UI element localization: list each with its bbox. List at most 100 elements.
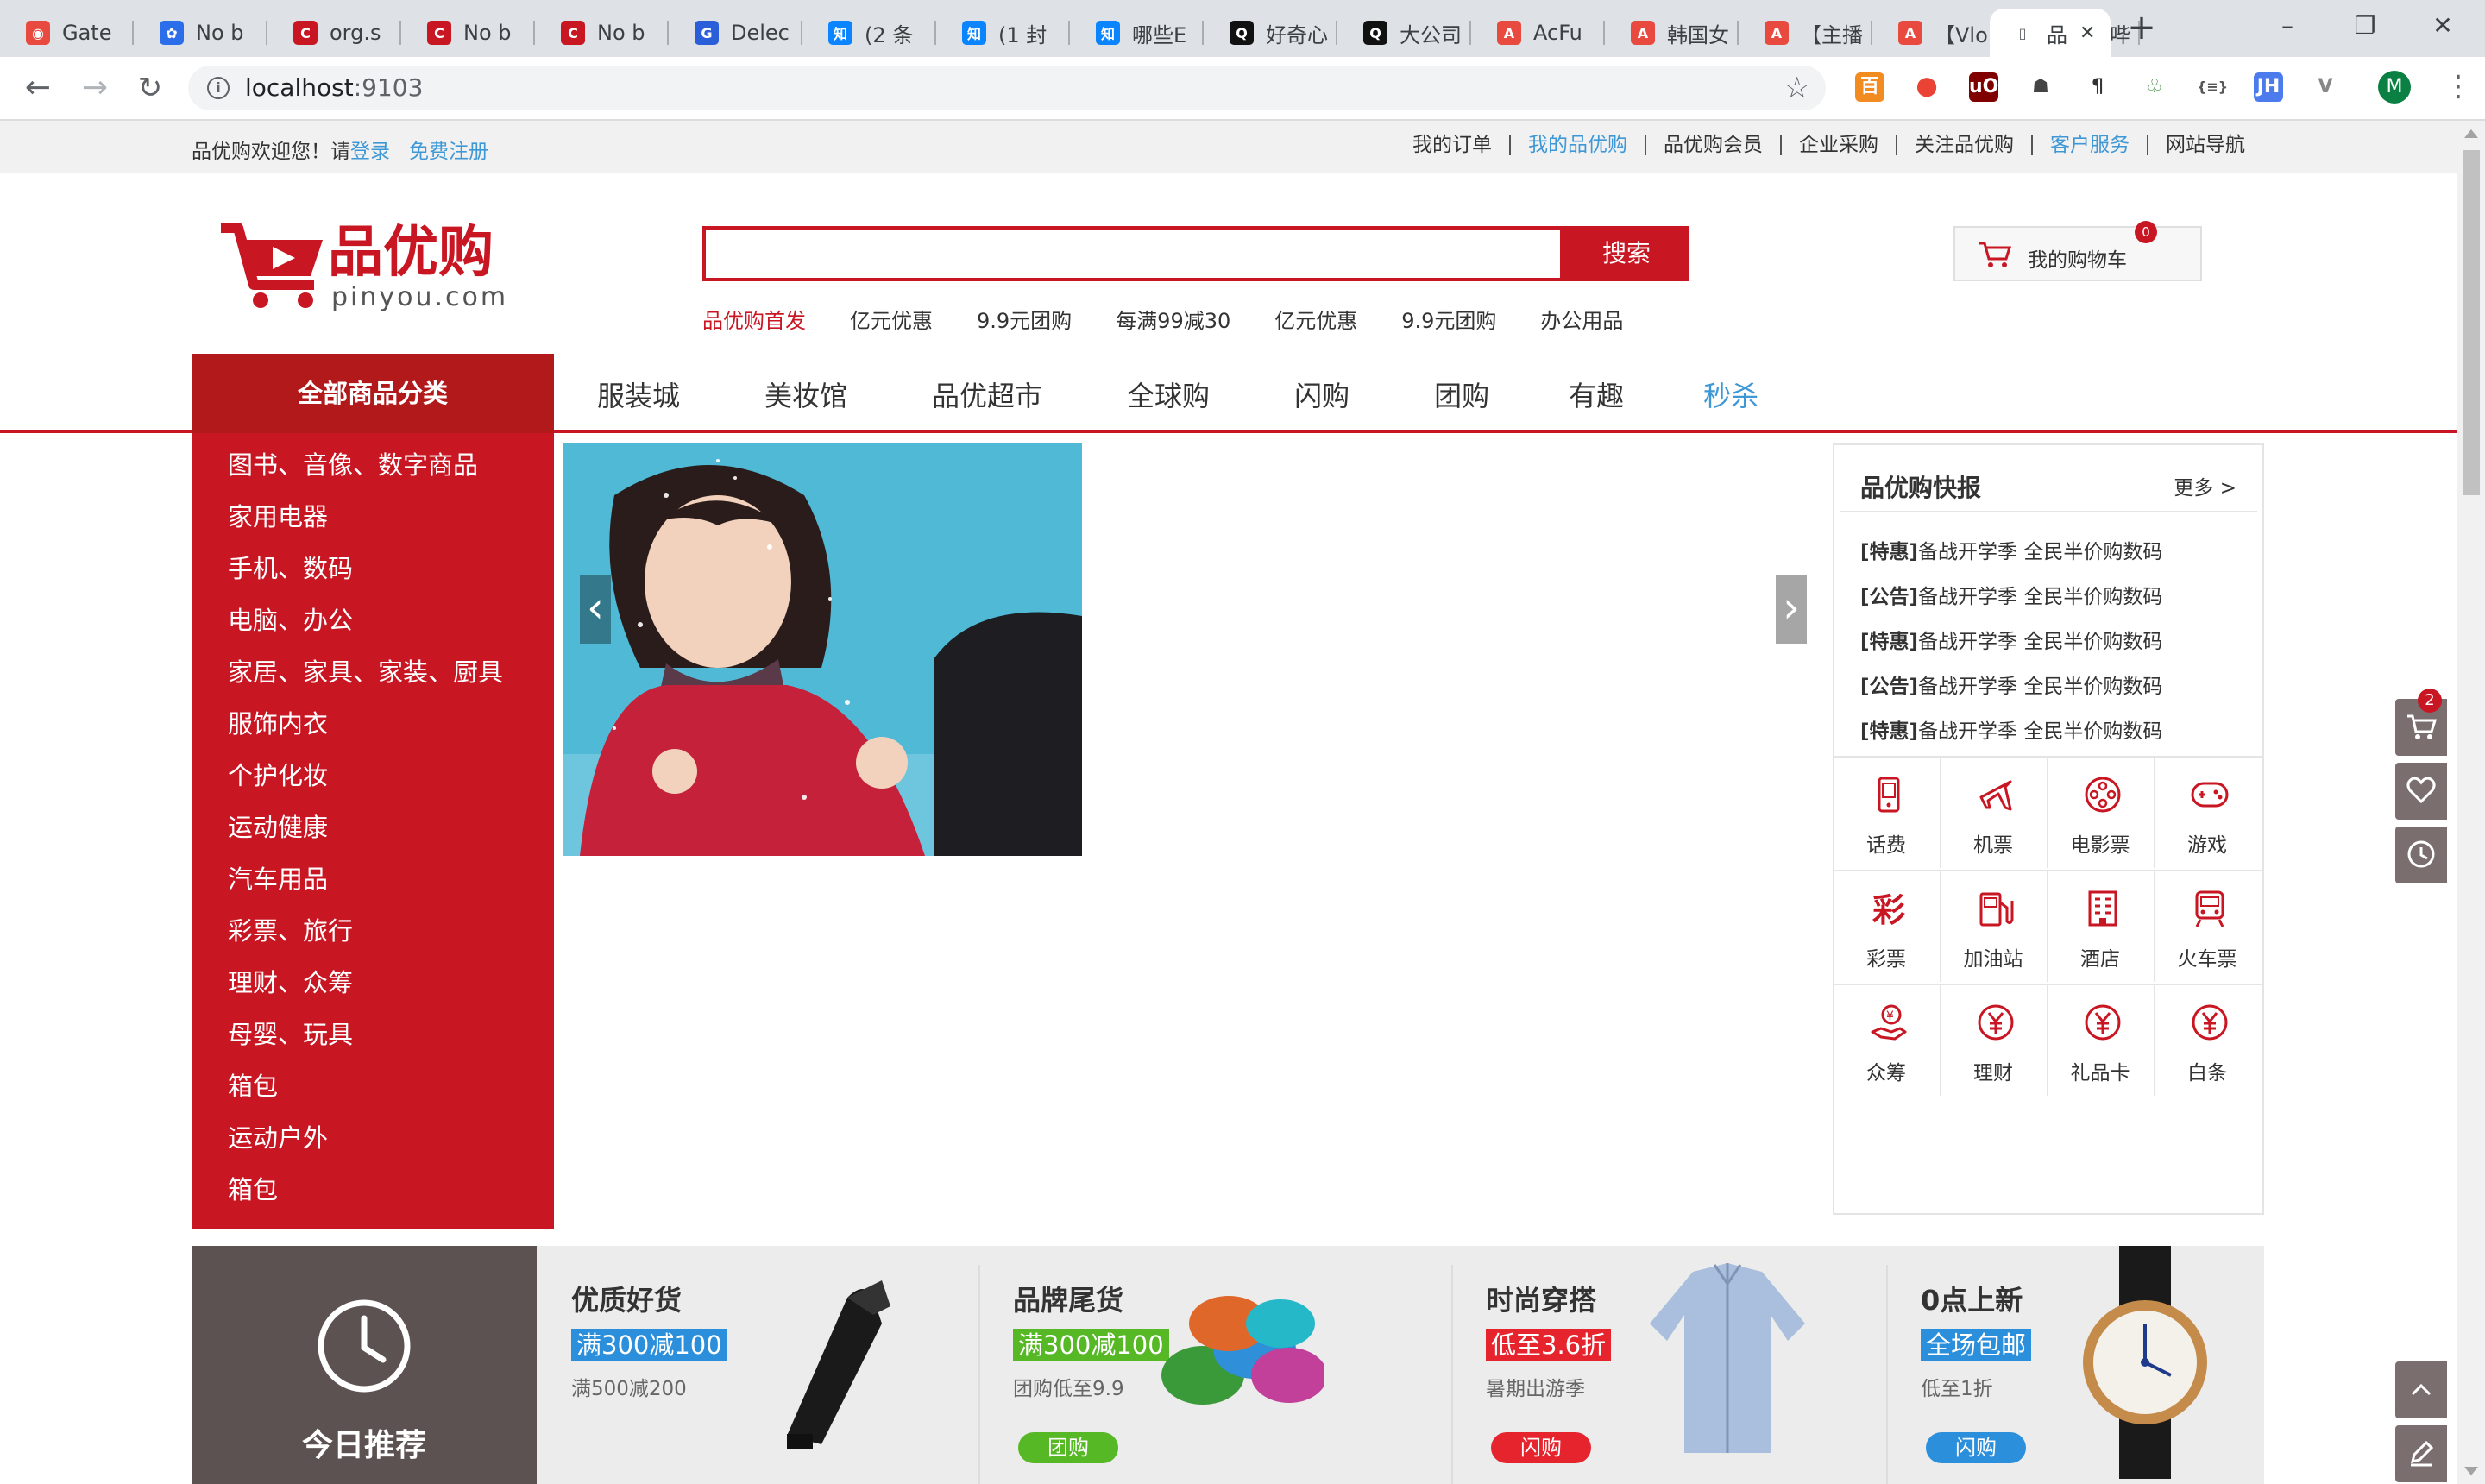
browser-tab[interactable]: Q 好奇心: [1204, 9, 1337, 57]
close-tab-icon[interactable]: ✕: [2079, 22, 2095, 44]
recommend-item-pill[interactable]: 团购: [1018, 1432, 1118, 1463]
service-item[interactable]: 电影票: [2048, 756, 2155, 868]
recommend-item[interactable]: 优质好货 满300减100 满500减200: [537, 1246, 978, 1484]
shortcut-link[interactable]: 关注品优购: [1896, 135, 2031, 155]
recommend-item[interactable]: 品牌尾货 满300减100 团购低至9.9 团购: [978, 1246, 1451, 1484]
category-item[interactable]: 运动健康: [228, 808, 328, 844]
hot-word-link[interactable]: 每满99减30: [1116, 304, 1230, 334]
browser-tab[interactable]: A 【主播: [1739, 9, 1872, 57]
nav-item[interactable]: 全球购: [1127, 374, 1210, 414]
site-logo[interactable]: 品优购 pinyou.com: [219, 214, 521, 318]
category-item[interactable]: 运动户外: [228, 1118, 328, 1154]
browser-tab[interactable]: 知哪些E: [1070, 9, 1204, 57]
forward-icon[interactable]: →: [76, 69, 114, 107]
browser-tab[interactable]: A 韩国女: [1605, 9, 1739, 57]
service-item[interactable]: 白条: [2155, 984, 2262, 1096]
page-scrollbar[interactable]: [2457, 121, 2485, 1484]
profile-avatar[interactable]: M: [2378, 71, 2411, 104]
banner-next-button[interactable]: ›: [1776, 575, 1807, 644]
login-link[interactable]: 登录: [350, 141, 390, 163]
hot-word-link[interactable]: 9.9元团购: [1401, 304, 1496, 334]
site-info-icon[interactable]: i: [207, 77, 230, 99]
service-item[interactable]: 彩彩票: [1834, 870, 1941, 982]
my-cart-button[interactable]: 我的购物车 0: [1953, 221, 2202, 281]
address-bar[interactable]: i localhost:9103 ☆: [188, 66, 1826, 110]
category-item[interactable]: 理财、众筹: [228, 963, 353, 999]
leaf-icon[interactable]: ♧: [2140, 72, 2169, 102]
bookmark-star-icon[interactable]: ☆: [1784, 71, 1810, 105]
category-item[interactable]: 手机、数码: [228, 549, 353, 585]
search-button[interactable]: 搜索: [1563, 226, 1689, 281]
nav-item[interactable]: 有趣: [1569, 374, 1624, 414]
browser-tab[interactable]: Q 大公司: [1337, 9, 1471, 57]
news-item[interactable]: [特惠]备战开学季 全民半价购数码: [1860, 535, 2162, 564]
browser-tab[interactable]: C No b: [401, 9, 535, 57]
browser-tab[interactable]: ▯ 品 ✕: [1990, 9, 2111, 57]
hot-word-link[interactable]: 亿元优惠: [850, 304, 933, 334]
reload-icon[interactable]: ↻: [131, 69, 169, 107]
hot-word-link[interactable]: 品优购首发: [702, 304, 806, 334]
service-item[interactable]: 机票: [1941, 756, 2048, 868]
feedback-button[interactable]: [2395, 1425, 2447, 1482]
side-favorite-button[interactable]: [2395, 763, 2447, 820]
close-window-button[interactable]: ✕: [2413, 9, 2473, 43]
nav-item[interactable]: 团购: [1434, 374, 1489, 414]
service-item[interactable]: 加油站: [1941, 870, 2048, 982]
all-categories-button[interactable]: 全部商品分类: [192, 354, 554, 433]
shortcut-link[interactable]: 我的品优购: [1509, 135, 1645, 155]
category-item[interactable]: 母婴、玩具: [228, 1015, 353, 1051]
browser-tab[interactable]: ◉ Gate: [0, 9, 134, 57]
shortcut-link[interactable]: 客户服务: [2031, 135, 2147, 155]
service-item[interactable]: 火车票: [2155, 870, 2262, 982]
json-icon[interactable]: {≡}: [2197, 72, 2228, 102]
vue-icon[interactable]: V: [2311, 72, 2340, 102]
service-item[interactable]: 理财: [1941, 984, 2048, 1096]
shortcut-link[interactable]: 企业采购: [1780, 135, 1896, 155]
recommend-item-pill[interactable]: 闪购: [1491, 1432, 1591, 1463]
browser-tab[interactable]: C No b: [535, 9, 669, 57]
hot-word-link[interactable]: 办公用品: [1540, 304, 1623, 334]
category-item[interactable]: 个护化妆: [228, 756, 328, 792]
nav-item[interactable]: 秒杀: [1703, 374, 1758, 414]
browser-tab[interactable]: 知 (1 封: [936, 9, 1070, 57]
paragraph-icon[interactable]: ¶: [2083, 72, 2112, 102]
service-item[interactable]: 话费: [1834, 756, 1941, 868]
nav-item[interactable]: 闪购: [1294, 374, 1349, 414]
shortcut-link[interactable]: 我的订单: [1395, 135, 1509, 155]
category-item[interactable]: 彩票、旅行: [228, 911, 353, 947]
category-item[interactable]: 家用电器: [228, 497, 328, 533]
scroll-up-arrow[interactable]: [2464, 129, 2478, 138]
banner-prev-button[interactable]: ‹: [580, 575, 611, 644]
service-item[interactable]: 礼品卡: [2048, 984, 2155, 1096]
news-item[interactable]: [特惠]备战开学季 全民半价购数码: [1860, 625, 2162, 654]
side-history-button[interactable]: [2395, 827, 2447, 883]
nav-item[interactable]: 品优超市: [932, 374, 1042, 414]
category-item[interactable]: 电脑、办公: [228, 601, 353, 637]
restore-button[interactable]: ❐: [2335, 9, 2395, 43]
news-item[interactable]: [公告]备战开学季 全民半价购数码: [1860, 580, 2162, 609]
register-link[interactable]: 免费注册: [409, 141, 488, 163]
category-item[interactable]: 汽车用品: [228, 859, 328, 896]
news-more-link[interactable]: 更多 >: [2174, 471, 2236, 500]
focus-banner[interactable]: [563, 443, 1082, 856]
browser-tab[interactable]: A 【Vlo: [1872, 9, 2006, 57]
browser-tab[interactable]: 知 (2 条: [802, 9, 936, 57]
back-to-top-button[interactable]: [2395, 1361, 2447, 1418]
hot-word-link[interactable]: 亿元优惠: [1274, 304, 1357, 334]
new-tab-button[interactable]: +: [2123, 10, 2161, 48]
category-item[interactable]: 箱包: [228, 1170, 278, 1206]
location-pin-icon[interactable]: ⬤: [1912, 72, 1941, 102]
news-item[interactable]: [特惠]备战开学季 全民半价购数码: [1860, 714, 2162, 744]
category-item[interactable]: 图书、音像、数字商品: [228, 445, 478, 481]
back-icon[interactable]: ←: [19, 69, 57, 107]
browser-tab[interactable]: ✿ No b: [134, 9, 267, 57]
browser-tab[interactable]: G Delec: [669, 9, 802, 57]
extension-orange-icon[interactable]: 百: [1855, 72, 1884, 102]
nav-item[interactable]: 美妆馆: [764, 374, 847, 414]
shortcut-link[interactable]: 品优购会员: [1645, 135, 1780, 155]
nav-item[interactable]: 服装城: [597, 374, 680, 414]
scroll-down-arrow[interactable]: [2464, 1467, 2478, 1475]
service-item[interactable]: 酒店: [2048, 870, 2155, 982]
recommend-item-pill[interactable]: 闪购: [1926, 1432, 2026, 1463]
news-item[interactable]: [公告]备战开学季 全民半价购数码: [1860, 670, 2162, 699]
